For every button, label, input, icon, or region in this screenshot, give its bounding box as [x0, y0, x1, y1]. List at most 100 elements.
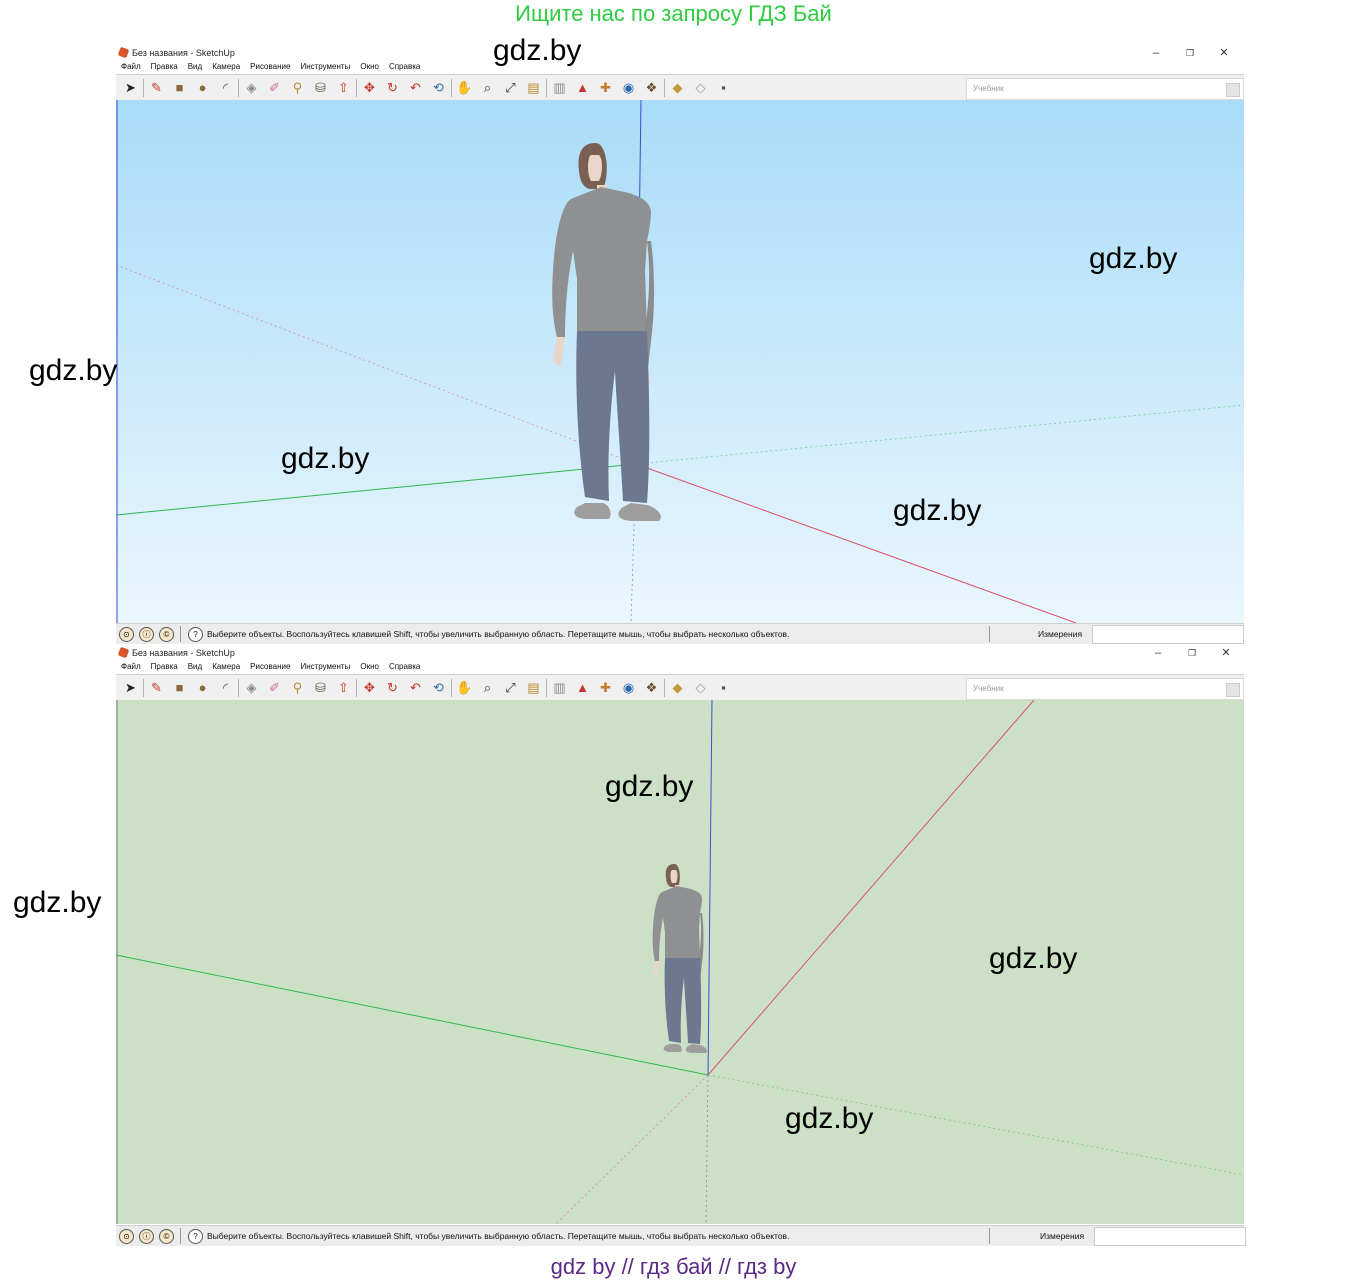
zoom-extents-icon[interactable]: ⤢	[502, 79, 519, 96]
credits-icon[interactable]: ⓘ	[139, 627, 154, 642]
undefined[interactable]: ▪	[715, 79, 732, 96]
minimize-button[interactable]: –	[1148, 645, 1168, 661]
measurements-label: Измерения	[1040, 1231, 1085, 1241]
menu-help[interactable]: Справка	[389, 662, 420, 671]
eraser-icon[interactable]: ✐	[266, 679, 283, 696]
rotate-icon[interactable]: ↻	[384, 79, 401, 96]
warehouse-search-input[interactable]: Учебник	[966, 78, 1244, 100]
menu-window[interactable]: Окно	[360, 662, 379, 671]
user-account-icon[interactable]: ©	[159, 627, 174, 642]
circle-icon[interactable]: ●	[194, 79, 211, 96]
style-builder-icon[interactable]: ◉	[620, 79, 637, 96]
menu-camera[interactable]: Камера	[212, 62, 240, 71]
pan-icon[interactable]: ✋	[456, 79, 473, 96]
move-icon[interactable]: ✥	[361, 79, 378, 96]
status-divider	[989, 1228, 990, 1244]
menu-edit[interactable]: Правка	[151, 62, 178, 71]
share-model-icon[interactable]: ▥	[551, 79, 568, 96]
circle-icon[interactable]: ●	[194, 679, 211, 696]
user-account-icon[interactable]: ©	[159, 1229, 174, 1244]
menu-draw[interactable]: Рисование	[250, 62, 290, 71]
minimize-button[interactable]: –	[1146, 45, 1166, 61]
tape-measure-icon[interactable]: ⚲	[289, 79, 306, 96]
drawing-viewport[interactable]	[116, 100, 1244, 623]
axis-green-solid	[116, 954, 709, 1076]
push-pull-icon[interactable]: ⇧	[335, 679, 352, 696]
maximize-button[interactable]: ❐	[1180, 45, 1200, 61]
geo-location-icon[interactable]: ⊙	[119, 627, 134, 642]
warehouse-icon[interactable]: ▤	[525, 79, 542, 96]
credits-icon[interactable]: ⓘ	[139, 1229, 154, 1244]
layout-icon[interactable]: ✚	[597, 79, 614, 96]
menu-draw[interactable]: Рисование	[250, 662, 290, 671]
window-title: Без названия - SketchUp	[132, 48, 235, 58]
pencil-line-icon[interactable]: ✎	[148, 79, 165, 96]
extension-warehouse-icon[interactable]: ▲	[574, 679, 591, 696]
status-divider	[180, 1228, 181, 1244]
arc-icon[interactable]: ◜	[217, 679, 234, 696]
help-icon[interactable]: ?	[188, 627, 203, 642]
zoom-extents-icon[interactable]: ⤢	[502, 679, 519, 696]
axis-blue-solid	[707, 700, 713, 1076]
orbit-icon[interactable]: ⟲	[430, 679, 447, 696]
pan-icon[interactable]: ✋	[456, 679, 473, 696]
orbit-icon[interactable]: ⟲	[430, 79, 447, 96]
search-button[interactable]	[1226, 83, 1240, 97]
close-button[interactable]: ✕	[1216, 645, 1236, 661]
paint-bucket-icon[interactable]: ⛁	[312, 679, 329, 696]
undefined[interactable]: ▪	[715, 679, 732, 696]
menu-file[interactable]: Файл	[121, 662, 141, 671]
styles-icon[interactable]: ◇	[692, 679, 709, 696]
measurements-input[interactable]	[1092, 625, 1244, 644]
warehouse-search-input[interactable]: Учебник	[966, 678, 1244, 700]
menu-file[interactable]: Файл	[121, 62, 141, 71]
push-pull-icon[interactable]: ⇧	[335, 79, 352, 96]
menu-view[interactable]: Вид	[188, 62, 202, 71]
rectangle-icon[interactable]: ■	[171, 79, 188, 96]
layout-icon[interactable]: ✚	[597, 679, 614, 696]
rectangle-icon[interactable]: ■	[171, 679, 188, 696]
zoom-icon[interactable]: ⌕	[479, 679, 496, 696]
bottom-banner: gdz by // гдз бай // гдз by	[550, 1254, 797, 1279]
close-button[interactable]: ✕	[1214, 45, 1234, 61]
menu-tools[interactable]: Инструменты	[300, 662, 350, 671]
materials-icon[interactable]: ◆	[669, 79, 686, 96]
menu-view[interactable]: Вид	[188, 662, 202, 671]
menu-tools[interactable]: Инструменты	[300, 62, 350, 71]
measurements-label: Измерения	[1038, 629, 1083, 639]
select-arrow-icon[interactable]: ➤	[122, 679, 139, 696]
menu-window[interactable]: Окно	[360, 62, 379, 71]
paint-bucket-icon[interactable]: ⛁	[312, 79, 329, 96]
styles-icon[interactable]: ◇	[692, 79, 709, 96]
component-icon[interactable]: ❖	[643, 79, 660, 96]
extension-warehouse-icon[interactable]: ▲	[574, 79, 591, 96]
follow-me-icon[interactable]: ↶	[407, 679, 424, 696]
maximize-button[interactable]: ❐	[1182, 645, 1202, 661]
pencil-line-icon[interactable]: ✎	[148, 679, 165, 696]
zoom-icon[interactable]: ⌕	[479, 79, 496, 96]
geo-location-icon[interactable]: ⊙	[119, 1229, 134, 1244]
follow-me-icon[interactable]: ↶	[407, 79, 424, 96]
select-arrow-icon[interactable]: ➤	[122, 79, 139, 96]
window-title: Без названия - SketchUp	[132, 648, 235, 658]
person-figure	[552, 143, 661, 521]
tape-measure-icon[interactable]: ⚲	[289, 679, 306, 696]
eraser-icon[interactable]: ✐	[266, 79, 283, 96]
make-component-icon[interactable]: ◈	[243, 679, 260, 696]
materials-icon[interactable]: ◆	[669, 679, 686, 696]
share-model-icon[interactable]: ▥	[551, 679, 568, 696]
move-icon[interactable]: ✥	[361, 679, 378, 696]
measurements-input[interactable]	[1094, 1227, 1246, 1246]
warehouse-icon[interactable]: ▤	[525, 679, 542, 696]
component-icon[interactable]: ❖	[643, 679, 660, 696]
make-component-icon[interactable]: ◈	[243, 79, 260, 96]
menu-camera[interactable]: Камера	[212, 662, 240, 671]
arc-icon[interactable]: ◜	[217, 79, 234, 96]
watermark: gdz.by	[989, 942, 1078, 975]
help-icon[interactable]: ?	[188, 1229, 203, 1244]
style-builder-icon[interactable]: ◉	[620, 679, 637, 696]
menu-edit[interactable]: Правка	[151, 662, 178, 671]
rotate-icon[interactable]: ↻	[384, 679, 401, 696]
menu-help[interactable]: Справка	[389, 62, 420, 71]
search-button[interactable]	[1226, 683, 1240, 697]
